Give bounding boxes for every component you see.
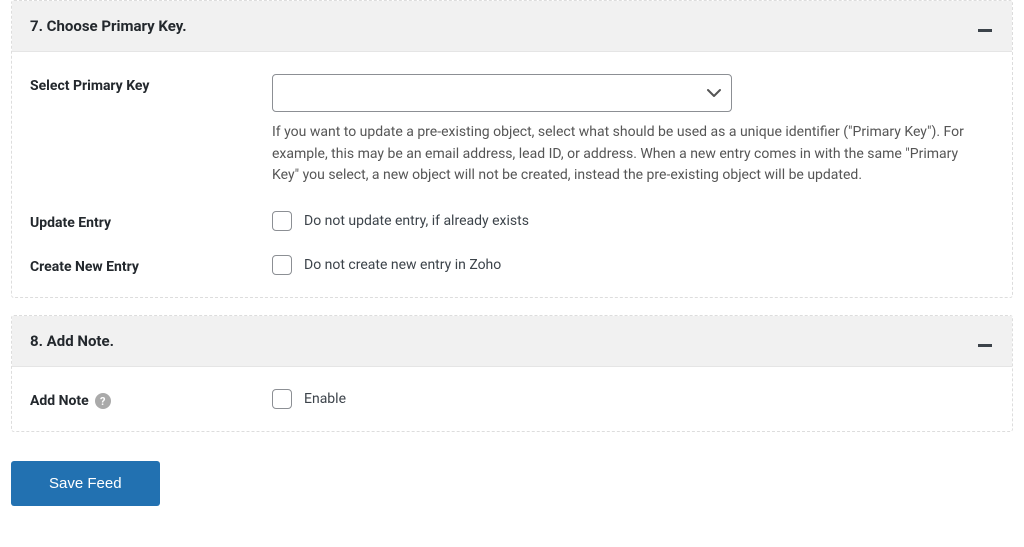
save-feed-button[interactable]: Save Feed [11, 461, 160, 506]
section-body-add-note: Add Note ? Enable [12, 367, 1012, 431]
label-add-note: Add Note ? [30, 389, 272, 409]
row-create-new-entry: Create New Entry Do not create new entry… [30, 255, 994, 275]
checkbox-label-create-new-entry: Do not create new entry in Zoho [304, 257, 501, 273]
label-create-new-entry: Create New Entry [30, 255, 272, 275]
minus-icon[interactable] [976, 15, 994, 37]
row-select-primary-key: Select Primary Key If you want to update… [30, 74, 994, 187]
checkbox-add-note-enable[interactable] [272, 389, 292, 409]
label-add-note-text: Add Note [30, 393, 89, 409]
select-primary-key[interactable] [272, 74, 732, 112]
section-body-primary-key: Select Primary Key If you want to update… [12, 52, 1012, 297]
section-header-add-note[interactable]: 8. Add Note. [12, 316, 1012, 367]
section-title: 7. Choose Primary Key. [30, 17, 187, 35]
checkbox-label-add-note-enable: Enable [304, 391, 346, 407]
section-title-add-note: 8. Add Note. [30, 332, 114, 350]
question-icon[interactable]: ? [95, 393, 111, 409]
help-text-primary-key: If you want to update a pre-existing obj… [272, 122, 982, 187]
checkbox-create-new-entry[interactable] [272, 255, 292, 275]
section-header-primary-key[interactable]: 7. Choose Primary Key. [12, 1, 1012, 52]
checkbox-update-entry[interactable] [272, 211, 292, 231]
label-update-entry: Update Entry [30, 211, 272, 231]
section-choose-primary-key: 7. Choose Primary Key. Select Primary Ke… [11, 0, 1013, 298]
row-add-note: Add Note ? Enable [30, 389, 994, 409]
chevron-down-icon [707, 89, 721, 98]
checkbox-label-update-entry: Do not update entry, if already exists [304, 213, 529, 229]
section-add-note: 8. Add Note. Add Note ? Enable [11, 315, 1013, 432]
label-select-primary-key: Select Primary Key [30, 74, 272, 94]
row-update-entry: Update Entry Do not update entry, if alr… [30, 211, 994, 231]
minus-icon[interactable] [976, 330, 994, 352]
